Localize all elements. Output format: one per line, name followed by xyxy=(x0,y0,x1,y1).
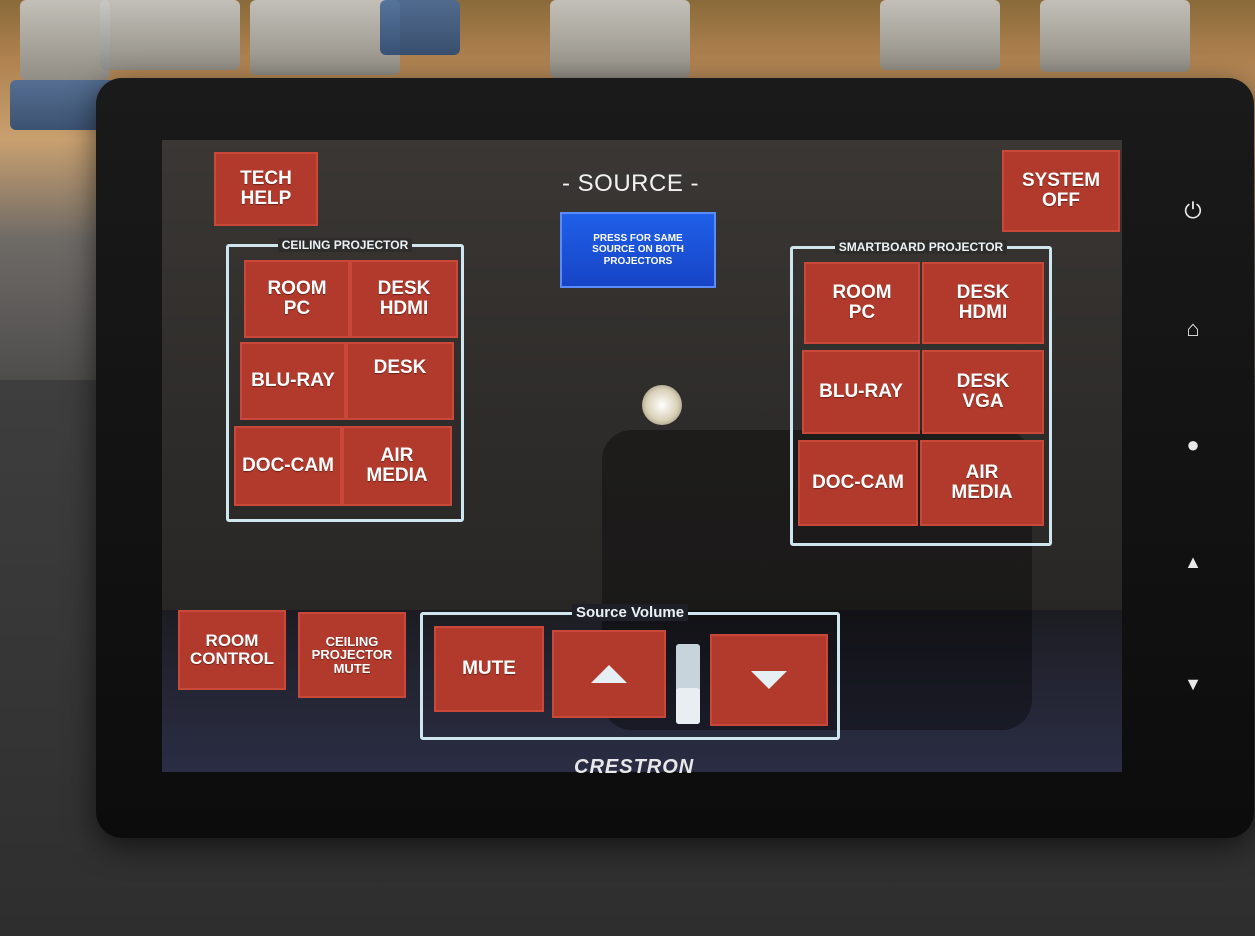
smartboard-blu-ray-button[interactable]: BLU-RAY xyxy=(802,350,920,434)
ceiling-desk-button[interactable]: DESK xyxy=(346,342,454,420)
crestron-logo: CRESTRON xyxy=(574,756,695,778)
volume-level-fill xyxy=(676,688,700,724)
ceiling-blu-ray-button[interactable]: BLU-RAY xyxy=(240,342,346,420)
triangle-up-icon[interactable]: ▲ xyxy=(1178,552,1208,573)
chair xyxy=(550,0,690,78)
volume-up-button[interactable] xyxy=(552,630,666,718)
touch-panel-device: TECH HELP - SOURCE - SYSTEM OFF PRESS FO… xyxy=(96,78,1254,838)
chair xyxy=(20,0,110,80)
ceiling-doc-cam-button[interactable]: DOC-CAM xyxy=(234,426,342,506)
system-off-button[interactable]: SYSTEM OFF xyxy=(1002,150,1120,232)
light-bulb-icon[interactable]: ● xyxy=(1178,432,1208,458)
touch-screen: TECH HELP - SOURCE - SYSTEM OFF PRESS FO… xyxy=(162,140,1122,772)
ceiling-projector-label: CEILING PROJECTOR xyxy=(277,238,413,252)
chair xyxy=(880,0,1000,70)
chair xyxy=(100,0,240,70)
ceiling-room-pc-button[interactable]: ROOM PC xyxy=(244,260,350,338)
smartboard-air-media-button[interactable]: AIR MEDIA xyxy=(920,440,1044,526)
ceiling-desk-hdmi-button[interactable]: DESK HDMI xyxy=(350,260,458,338)
arrow-down-icon xyxy=(751,671,787,689)
same-source-both-button[interactable]: PRESS FOR SAME SOURCE ON BOTH PROJECTORS xyxy=(560,212,716,288)
volume-down-button[interactable] xyxy=(710,634,828,726)
power-icon[interactable]: ⏻ xyxy=(1178,198,1208,224)
page-title: - SOURCE - xyxy=(562,170,699,197)
chair xyxy=(380,0,460,55)
ceiling-projector-mute-button[interactable]: CEILING PROJECTOR MUTE xyxy=(298,612,406,698)
source-volume-label: Source Volume xyxy=(571,604,689,621)
room-control-button[interactable]: ROOM CONTROL xyxy=(178,610,286,690)
volume-level-bar[interactable] xyxy=(676,644,700,724)
smartboard-desk-vga-button[interactable]: DESK VGA xyxy=(922,350,1044,434)
volume-mute-button[interactable]: MUTE xyxy=(434,626,544,712)
smartboard-desk-hdmi-button[interactable]: DESK HDMI xyxy=(922,262,1044,344)
chair xyxy=(1040,0,1190,72)
home-icon[interactable]: ⌂ xyxy=(1178,316,1208,342)
triangle-down-icon[interactable]: ▼ xyxy=(1178,674,1208,695)
arrow-up-icon xyxy=(591,665,627,683)
chair xyxy=(250,0,400,75)
ceiling-air-media-button[interactable]: AIR MEDIA xyxy=(342,426,452,506)
smartboard-doc-cam-button[interactable]: DOC-CAM xyxy=(798,440,918,526)
smartboard-projector-label: SMARTBOARD PROJECTOR xyxy=(834,240,1008,254)
smartboard-room-pc-button[interactable]: ROOM PC xyxy=(804,262,920,344)
light-reflection xyxy=(642,385,682,425)
tech-help-button[interactable]: TECH HELP xyxy=(214,152,318,226)
